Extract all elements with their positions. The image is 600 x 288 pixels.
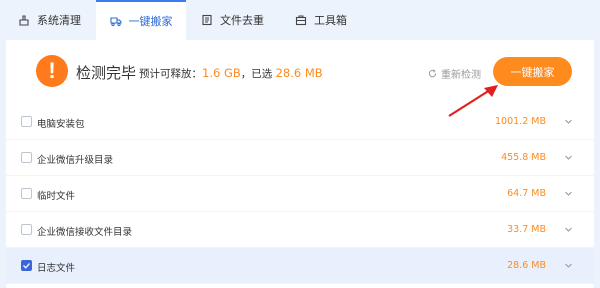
warning-icon: ! [36, 55, 68, 87]
summary-prefix: 预计可释放： [139, 68, 202, 80]
recheck-label: 重新检测 [441, 70, 481, 81]
chevron-down-icon[interactable] [564, 117, 573, 126]
row-size: 33.7 MB [507, 224, 546, 235]
row-size: 64.7 MB [507, 188, 546, 199]
toolbox-icon [295, 14, 307, 26]
recheck-button[interactable]: 重新检测 [428, 66, 481, 81]
refresh-icon [428, 69, 437, 78]
row-checkbox[interactable] [21, 260, 32, 271]
chevron-down-icon[interactable] [564, 189, 573, 198]
row-name: 日志文件 [37, 263, 76, 274]
chevron-down-icon[interactable] [564, 153, 573, 162]
tab-bar: 系统清理 一键搬家 文件去重 工具箱 [0, 0, 600, 40]
row-checkbox[interactable] [21, 224, 32, 235]
row-size: 1001.2 MB [495, 116, 546, 127]
chevron-down-icon[interactable] [564, 225, 573, 234]
row-name: 临时文件 [37, 191, 76, 202]
row-checkbox[interactable] [21, 152, 32, 163]
tab-file-dedup[interactable]: 文件去重 [201, 0, 281, 40]
tab-label: 系统清理 [37, 14, 81, 27]
main-panel: ! 检测完毕 预计可释放：1.6 GB，已选 28.6 MB 重新检测 一键搬家… [6, 40, 594, 288]
row-size: 28.6 MB [507, 260, 546, 271]
tab-toolbox[interactable]: 工具箱 [295, 0, 365, 40]
chevron-down-icon[interactable] [564, 261, 573, 270]
tab-one-key-move[interactable]: 一键搬家 [96, 0, 186, 40]
row-checkbox[interactable] [21, 188, 32, 199]
row-size: 455.8 MB [501, 152, 546, 163]
list-item[interactable]: 企业微信升级目录 455.8 MB [6, 140, 594, 176]
row-name: 企业微信升级目录 [37, 155, 114, 166]
truck-icon [109, 15, 122, 27]
row-name: 电脑安装包 [37, 119, 85, 130]
list-item[interactable]: 电脑安装包 1001.2 MB [6, 104, 594, 140]
page-title: 检测完毕 [76, 64, 137, 82]
tab-system-clean[interactable]: 系统清理 [18, 0, 88, 40]
tab-label: 一键搬家 [128, 15, 173, 28]
row-name: 企业微信接收文件目录 [37, 227, 133, 238]
release-summary: 预计可释放：1.6 GB，已选 28.6 MB [139, 66, 323, 81]
list-item[interactable]: 日志文件 28.6 MB [6, 248, 594, 284]
checkmark-icon [23, 263, 30, 269]
duplicate-file-icon [201, 14, 213, 26]
broom-icon [18, 14, 30, 26]
list-item[interactable]: 企业微信接收文件目录 33.7 MB [6, 212, 594, 248]
summary-mid: ，已选 [240, 68, 273, 80]
tab-label: 文件去重 [220, 14, 264, 27]
selected-size: 28.6 MB [275, 66, 323, 80]
row-checkbox[interactable] [21, 116, 32, 127]
releasable-size: 1.6 GB [202, 66, 241, 80]
tab-label: 工具箱 [314, 14, 347, 27]
list-item[interactable]: 临时文件 64.7 MB [6, 176, 594, 212]
